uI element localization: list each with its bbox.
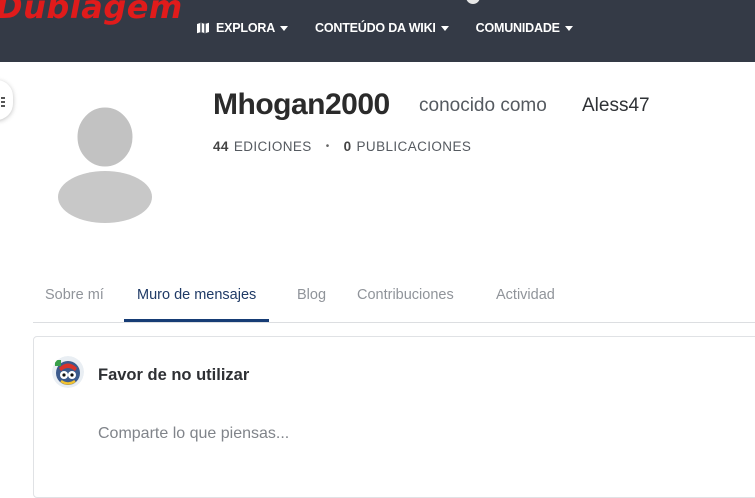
tab-about[interactable]: Sobre mí [45, 275, 104, 321]
nav-wiki-content-label: CONTEÚDO DA WIKI [315, 21, 436, 35]
user-avatar [55, 97, 155, 225]
wiki-navigation: EXPLORA CONTEÚDO DA WIKI COMUNIDADE [196, 19, 573, 37]
top-bar-fragment [466, 0, 480, 4]
chevron-down-icon [440, 25, 449, 31]
wall-post-input[interactable]: Comparte lo que piensas... [98, 425, 698, 443]
known-as-label: conocido como [419, 95, 547, 116]
stats-separator: • [325, 141, 330, 152]
posts-count: 0 [343, 139, 352, 154]
default-avatar-icon [58, 104, 152, 223]
nav-community-label: COMUNIDADE [475, 21, 560, 35]
profile-tabs: Sobre mí Muro de mensajes Blog Contribuc… [33, 275, 755, 323]
tab-contributions[interactable]: Contribuciones [357, 275, 454, 321]
nav-community[interactable]: COMUNIDADE [476, 19, 573, 37]
chevron-down-icon [280, 25, 289, 31]
edits-label: EDICIONES [233, 139, 312, 154]
edits-count: 44 [213, 139, 229, 154]
top-navigation-bar: Dublagem EXPLORA CONTEÚDO DA WIKI COMUNI… [0, 0, 755, 62]
menu-icon [1, 97, 5, 109]
nav-explora[interactable]: EXPLORA [196, 19, 289, 37]
tab-blog[interactable]: Blog [297, 275, 326, 321]
tab-message-wall[interactable]: Muro de mensajes [123, 275, 270, 322]
profile-picture-icon [52, 356, 84, 388]
wiki-logo[interactable]: Dublagem [0, 0, 183, 26]
message-wall-composer [33, 336, 755, 498]
profile-username: Mhogan2000 [213, 88, 390, 121]
map-icon [197, 22, 209, 34]
wall-greeting-title: Favor de no utilizar [98, 366, 250, 384]
posts-label: PUBLICACIONES [356, 139, 472, 154]
nav-wiki-content[interactable]: CONTEÚDO DA WIKI [315, 19, 449, 37]
wall-user-avatar [52, 356, 84, 388]
chevron-down-icon [564, 25, 573, 31]
tab-activity[interactable]: Actividad [496, 275, 555, 321]
side-rail-toggle-button[interactable] [0, 80, 13, 120]
nav-explora-label: EXPLORA [216, 21, 276, 35]
profile-stats: 44 EDICIONES • 0 PUBLICACIONES [213, 139, 471, 154]
profile-alias: Aless47 [582, 95, 650, 116]
